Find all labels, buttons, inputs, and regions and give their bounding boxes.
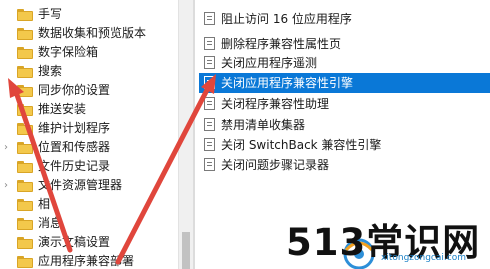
- tree-item-label: 推送安装: [38, 102, 87, 116]
- tree-item-label: 手写: [38, 7, 63, 21]
- policy-label: 删除程序兼容性属性页: [221, 37, 342, 51]
- policy-document-icon: [204, 138, 215, 151]
- tree-item-label: 数据收集和预览版本: [38, 26, 147, 40]
- policy-label: 禁用清单收集器: [221, 118, 306, 132]
- tree-scrollbar[interactable]: [178, 0, 193, 269]
- policy-document-icon: [204, 158, 215, 171]
- folder-icon: [17, 9, 33, 21]
- policy-document-icon: [204, 76, 215, 89]
- tree-item-label: 搜索: [38, 64, 63, 78]
- folder-icon: [17, 142, 33, 154]
- tree-item-label: 维护计划程序: [38, 121, 111, 135]
- chevron-right-icon[interactable]: ›: [4, 176, 12, 195]
- policy-item-selected[interactable]: 关闭应用程序兼容性引擎: [199, 73, 490, 93]
- policy-label: 阻止访问 16 位应用程序: [221, 12, 352, 26]
- policy-document-icon: [204, 97, 215, 110]
- tree-item-label: 同步你的设置: [38, 83, 111, 97]
- tree-item-label: 位置和传感器: [38, 140, 111, 154]
- folder-icon: [17, 104, 33, 116]
- folder-icon: [17, 161, 33, 173]
- tree-item-label: 相: [38, 197, 51, 211]
- policy-label: 关闭程序兼容性助理: [221, 97, 330, 111]
- folder-icon: [17, 218, 33, 230]
- tree-item-label: 数字保险箱: [38, 45, 99, 59]
- scrollbar-thumb[interactable]: [182, 232, 190, 269]
- policy-label: 关闭应用程序遥测: [221, 56, 318, 70]
- folder-icon: [17, 47, 33, 59]
- folder-icon: [17, 180, 33, 192]
- policy-document-icon: [204, 118, 215, 131]
- tree-item-label: 文件资源管理器: [38, 178, 123, 192]
- watermark-url: xitongzongcai.com: [381, 253, 466, 263]
- folder-icon: [17, 123, 33, 135]
- policy-label: 关闭应用程序兼容性引擎: [221, 76, 354, 90]
- tree-item-label: 演示文稿设置: [38, 235, 111, 249]
- folder-icon: [17, 85, 33, 97]
- folder-icon: [17, 237, 33, 249]
- folder-icon: [17, 66, 33, 78]
- folder-icon: [17, 256, 33, 268]
- folder-tree: 手写 数据收集和预览版本 数字保险箱 搜索 同步你的设置 推送安装 维护计划程序…: [0, 0, 178, 269]
- policy-document-icon: [204, 37, 215, 50]
- tree-item-label: 应用程序兼容部署: [38, 254, 135, 268]
- chevron-right-icon[interactable]: ›: [4, 138, 12, 157]
- tree-item-label: 文件历史记录: [38, 159, 111, 173]
- policy-label: 关闭 SwitchBack 兼容性引擎: [221, 138, 382, 152]
- folder-icon: [17, 199, 33, 211]
- policy-document-icon: [204, 56, 215, 69]
- tree-item-label: 消息: [38, 216, 63, 230]
- folder-icon: [17, 28, 33, 40]
- policy-label: 关闭问题步骤记录器: [221, 158, 330, 172]
- policy-document-icon: [204, 12, 215, 25]
